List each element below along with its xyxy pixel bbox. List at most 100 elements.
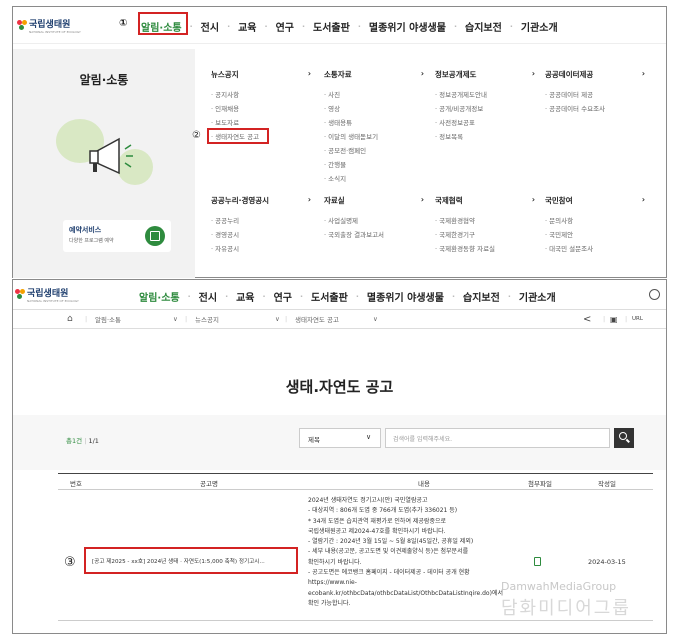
submenu-item[interactable]: 정보공개제도안내 [435,89,535,99]
menu-item-wetland[interactable]: 습지보전 [465,19,502,34]
page-title: 생태.자연도 공고 [285,378,394,396]
print-icon[interactable]: ▣ [610,315,618,324]
col-header-attachment: 첨부파일 [528,480,552,488]
menu-item-endangered[interactable]: 멸종위기 야생생물 [367,289,444,304]
submenu-item[interactable]: 문의사항 [545,215,645,225]
menu-item-about[interactable]: 기관소개 [521,19,558,34]
select-value: 제목 [308,436,320,444]
watermark-ko: 담화미디어그룹 [501,598,631,619]
mega-menu-panel: 국립생태원 NATIONAL INSTITUTE OF ECOLOGY ① 알림·… [12,6,667,278]
submenu-item[interactable]: 국제환경협약 [435,215,535,225]
site-logo[interactable]: 국립생태원 NATIONAL INSTITUTE OF ECOLOGY [17,17,81,34]
col-title[interactable]: 뉴스공지 [211,69,239,80]
col-title[interactable]: 정보공개제도 [435,69,476,80]
submenu-item[interactable]: 간행물 [324,159,424,169]
reservation-subtitle: 다양한 프로그램 예약 [69,238,114,244]
share-icon[interactable]: < [583,314,591,325]
notice-title-link[interactable]: [공고 제2025 - xx호] 2024년 생태 · 자연도(1:5,000 … [92,557,292,565]
menu-item-exhibit[interactable]: 전시 [199,289,217,304]
col-title[interactable]: 자료실 [324,195,345,206]
submenu-item[interactable]: 공공데이터 제공 [545,89,645,99]
search-band: 총1건 | 1/1 제목 ∨ 검색어를 입력해주세요. [13,415,666,470]
attachment-file-icon[interactable] [534,557,541,566]
site-logo[interactable]: 국립생태원 NATIONAL INSTITUTE OF ECOLOGY [15,286,79,303]
menu-col-kogl: 공공누리·경영공시 › 공공누리 경영공시 자유공시 [211,195,311,257]
menu-item-wetland[interactable]: 습지보전 [463,289,500,304]
logo-text: 국립생태원 [27,288,69,299]
submenu-item[interactable]: 국외출장 결과보고서 [324,229,424,239]
submenu-item[interactable]: 사업실명제 [324,215,424,225]
submenu-item[interactable]: 경영공시 [211,229,311,239]
highlight-box-submenu [207,128,269,144]
submenu-item[interactable]: 이달의 생태돋보기 [324,131,424,141]
chevron-down-icon[interactable]: ∨ [373,315,378,323]
logo-mark-icon [17,20,27,30]
menu-col-participation: 국민참여 › 문의사항 국민제안 대국민 설문조사 [545,195,645,257]
submenu-item[interactable]: 대국민 설문조사 [545,243,645,253]
search-input[interactable]: 검색어를 입력해주세요. [385,428,610,448]
reservation-service-card[interactable]: 예약서비스 다양한 프로그램 예약 [63,220,171,252]
submenu-item[interactable]: 공지사항 [211,89,311,99]
submenu-item[interactable]: 공공누리 [211,215,311,225]
submenu-item[interactable]: 자유공시 [211,243,311,253]
menu-item-endangered[interactable]: 멸종위기 야생생물 [369,19,446,34]
submenu-item[interactable]: 국제환경동향 자료실 [435,243,535,253]
url-copy-button[interactable]: URL [632,316,643,322]
breadcrumb-level2[interactable]: 뉴스공지 [195,314,219,324]
submenu-item[interactable]: 정보목록 [435,131,535,141]
table-header: 번호 공고명 내용 첨부파일 작성일 [58,473,653,490]
submenu-item[interactable]: 국민제안 [545,229,645,239]
chevron-right-icon: › [641,69,645,78]
chevron-right-icon: › [531,195,535,204]
col-title[interactable]: 국민참여 [545,195,573,206]
col-title[interactable]: 공공누리·경영공시 [211,195,269,206]
menu-item-education[interactable]: 교육 [236,289,254,304]
col-title[interactable]: 소통자료 [324,69,352,80]
col-header-title: 공고명 [200,480,218,488]
col-title[interactable]: 국제협력 [435,195,463,206]
submenu-item[interactable]: 사진 [324,89,424,99]
submenu-item[interactable]: 공개/비공개정보 [435,103,535,113]
menu-item-publishing[interactable]: 도서출판 [311,289,348,304]
submenu-item[interactable]: 소식지 [324,173,424,183]
breadcrumb-level3[interactable]: 생태자연도 공고 [295,314,339,324]
chevron-right-icon: › [420,195,424,204]
menu-item-research[interactable]: 연구 [274,289,292,304]
mega-menu-title: 알림·소통 [79,73,129,87]
menu-item-research[interactable]: 연구 [276,19,294,34]
notice-date: 2024-03-15 [588,558,626,566]
submenu-item[interactable]: 공공데이터 수요조사 [545,103,645,113]
breadcrumb-level1[interactable]: 알림·소통 [95,314,121,324]
search-placeholder: 검색어를 입력해주세요. [393,436,453,443]
menu-item-about[interactable]: 기관소개 [519,289,556,304]
breadcrumb-bar: ⌂ | 알림·소통 ∨ | 뉴스공지 ∨ | 생태자연도 공고 ∨ < | ▣ … [13,309,666,329]
menu-item-notice[interactable]: 알림·소통 [139,289,180,304]
search-field-select[interactable]: 제목 ∨ [299,428,381,448]
search-button[interactable] [614,428,634,448]
menu-item-education[interactable]: 교육 [238,19,256,34]
submenu-item[interactable]: 인재채용 [211,103,311,113]
search-toggle-icon[interactable] [649,289,660,300]
calendar-icon [145,226,165,246]
menu-item-exhibit[interactable]: 전시 [201,19,219,34]
chevron-right-icon: › [641,195,645,204]
submenu-item[interactable]: 국제한경기구 [435,229,535,239]
total-count: 총1건 [66,437,83,445]
chevron-down-icon[interactable]: ∨ [275,315,280,323]
notice-list-panel: 국립생태원 NATIONAL INSTITUTE OF ECOLOGY 알림·소통… [12,279,667,634]
menu-col-public-data: 공공데이터제공 › 공공데이터 제공 공공데이터 수요조사 [545,69,645,117]
submenu-item[interactable]: 생태용튜 [324,117,424,127]
chevron-down-icon[interactable]: ∨ [173,315,178,323]
notice-content: 2024년 생태자연도 정기고시(안) 국민열람공고 - 대상지역 : 806개… [308,497,503,607]
col-title[interactable]: 공공데이터제공 [545,69,593,80]
page-indicator: 1/1 [88,437,99,445]
submenu-item[interactable]: 영상 [324,103,424,113]
megaphone-illustration [56,119,153,185]
submenu-item[interactable]: 사전정보공표 [435,117,535,127]
chevron-right-icon: › [307,195,311,204]
home-icon[interactable]: ⌂ [67,314,73,324]
menu-col-international: 국제협력 › 국제환경협약 국제한경기구 국제환경동향 자료실 [435,195,535,257]
submenu-item[interactable]: 공모전·캠페인 [324,145,424,155]
submenu-item[interactable]: 보도자료 [211,117,311,127]
menu-item-publishing[interactable]: 도서출판 [313,19,350,34]
